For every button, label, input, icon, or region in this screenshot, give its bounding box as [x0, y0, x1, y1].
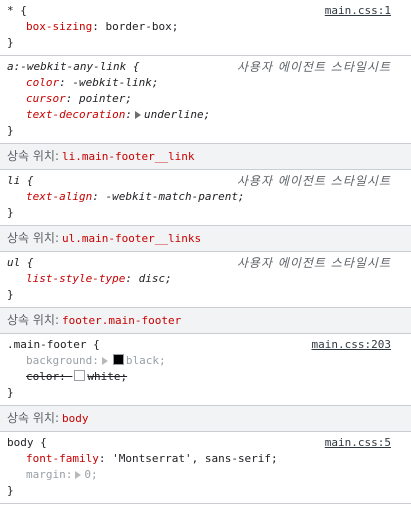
rule-body: body { main.css:5 font-family: 'Montserr…	[0, 432, 411, 504]
inherited-selector-link[interactable]: ul.main-footer__links	[62, 232, 201, 245]
selector[interactable]: * {	[7, 4, 27, 17]
property-value: -webkit-match-parent;	[105, 190, 245, 203]
property-name[interactable]: box-sizing	[26, 20, 92, 33]
property-name: list-style-type	[26, 272, 126, 285]
declaration[interactable]: font-family: 'Montserrat', sans-serif;	[7, 451, 405, 467]
selector[interactable]: body {	[7, 436, 47, 449]
rule-universal: * { main.css:1 box-sizing: border-box; }	[0, 0, 411, 56]
declaration-overridden[interactable]: color: white;	[7, 369, 405, 385]
declaration[interactable]: box-sizing: border-box;	[7, 19, 405, 35]
inherited-from-label: 상속 위치:	[7, 149, 60, 163]
property-name[interactable]: margin	[26, 468, 66, 481]
inherited-selector-link[interactable]: footer.main-footer	[62, 314, 181, 327]
property-name[interactable]: color	[26, 370, 59, 383]
property-value: disc;	[138, 272, 172, 285]
user-agent-stylesheet-label: 사용자 에이전트 스타일시트	[236, 60, 391, 74]
property-value: pointer;	[79, 92, 132, 105]
property-value[interactable]: white;	[87, 370, 127, 383]
selector: ul {	[7, 256, 34, 269]
inherited-selector-link[interactable]: li.main-footer__link	[62, 150, 194, 163]
source-link[interactable]: main.css:1	[325, 3, 391, 19]
rule-ul: ul { 사용자 에이전트 스타일시트 list-style-type: dis…	[0, 252, 411, 308]
inherited-from-header: 상속 위치: li.main-footer__link	[0, 144, 411, 170]
property-name: text-align	[26, 190, 93, 203]
selector[interactable]: .main-footer {	[7, 338, 100, 351]
inherited-from-header: 상속 위치: footer.main-footer	[0, 308, 411, 334]
property-value[interactable]: 'Montserrat', sans-serif;	[112, 452, 278, 465]
declaration-inactive[interactable]: background: black;	[7, 353, 405, 369]
expand-triangle-icon[interactable]	[134, 111, 141, 119]
inherited-from-header: 상속 위치: body	[0, 406, 411, 432]
rule-li: li { 사용자 에이전트 스타일시트 text-align: -webkit-…	[0, 170, 411, 226]
expand-triangle-icon[interactable]	[75, 471, 82, 479]
inherited-selector-link[interactable]: body	[62, 412, 89, 425]
selector: li {	[7, 174, 34, 187]
property-value: underline;	[143, 108, 211, 121]
inherited-from-header: 상속 위치: ul.main-footer__links	[0, 226, 411, 252]
property-name: cursor	[26, 92, 66, 105]
property-name[interactable]: font-family	[26, 452, 99, 465]
declaration-inactive[interactable]: margin: 0;	[7, 467, 405, 483]
closing-brace: }	[7, 288, 14, 301]
inherited-from-label: 상속 위치:	[7, 411, 60, 425]
closing-brace: }	[7, 124, 14, 137]
source-link[interactable]: main.css:5	[325, 435, 391, 451]
property-value[interactable]: black;	[126, 354, 166, 367]
selector: a:-webkit-any-link {	[7, 60, 140, 73]
user-agent-stylesheet-label: 사용자 에이전트 스타일시트	[236, 174, 391, 188]
user-agent-stylesheet-label: 사용자 에이전트 스타일시트	[236, 256, 391, 270]
source-link[interactable]: main.css:203	[312, 337, 391, 353]
rule-main-footer: .main-footer { main.css:203 background: b…	[0, 334, 411, 406]
color-swatch[interactable]	[112, 354, 124, 365]
property-value: -webkit-link;	[72, 76, 159, 89]
color-swatch[interactable]	[74, 370, 86, 381]
property-name[interactable]: background	[26, 354, 92, 367]
closing-brace: }	[7, 386, 14, 399]
property-name: text-decoration	[26, 108, 126, 121]
inherited-from-label: 상속 위치:	[7, 231, 60, 245]
rule-any-link: a:-webkit-any-link { 사용자 에이전트 스타일시트 colo…	[0, 56, 411, 144]
expand-triangle-icon[interactable]	[101, 357, 108, 365]
inherited-from-label: 상속 위치:	[7, 313, 60, 327]
closing-brace: }	[7, 484, 14, 497]
property-name: color	[26, 76, 60, 89]
closing-brace: }	[7, 36, 14, 49]
property-value[interactable]: 0;	[84, 468, 97, 481]
property-value[interactable]: border-box;	[105, 20, 178, 33]
closing-brace: }	[7, 206, 14, 219]
